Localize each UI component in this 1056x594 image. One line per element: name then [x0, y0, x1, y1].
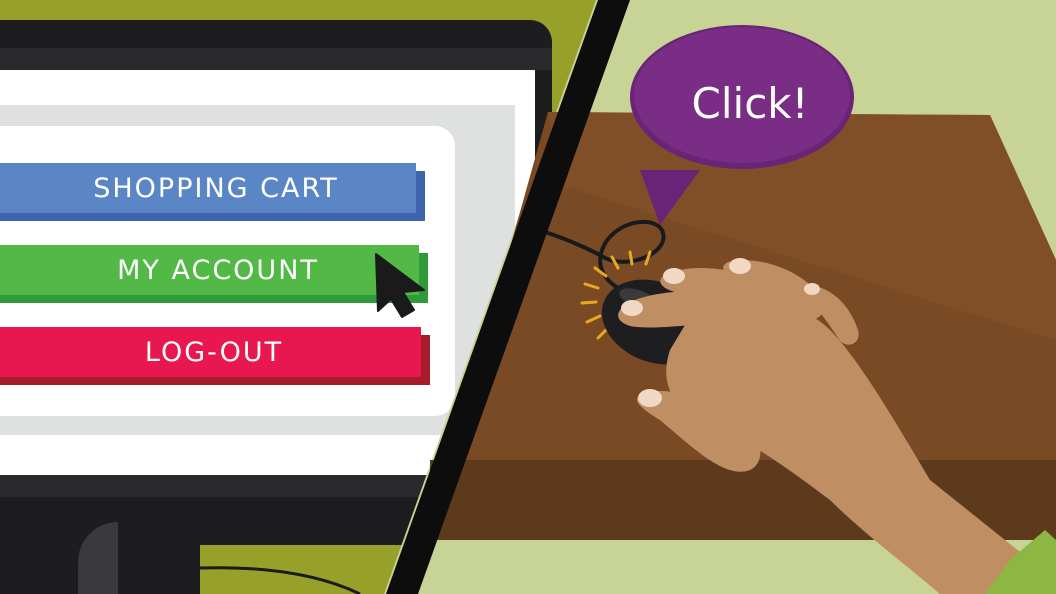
speech-bubble-text: Click!: [692, 79, 809, 128]
log-out-button[interactable]: LOG-OUT: [0, 327, 430, 385]
click-illustration: SHOPPING CART MY ACCOUNT LOG-OUT Click!: [0, 0, 1056, 594]
monitor-screen-bezel: [0, 48, 552, 70]
my-account-label: MY ACCOUNT: [117, 255, 319, 286]
my-account-button[interactable]: MY ACCOUNT: [0, 245, 428, 303]
nail-middle: [663, 268, 685, 284]
log-out-label: LOG-OUT: [145, 337, 283, 368]
shopping-cart-label: SHOPPING CART: [93, 173, 339, 204]
shopping-cart-button[interactable]: SHOPPING CART: [0, 163, 425, 221]
nail-ring: [729, 258, 751, 274]
burst-line: [628, 250, 634, 266]
nail-thumb: [638, 389, 662, 407]
nail-pinky: [804, 283, 820, 295]
burst-line: [580, 300, 598, 305]
nail-index: [621, 300, 643, 316]
